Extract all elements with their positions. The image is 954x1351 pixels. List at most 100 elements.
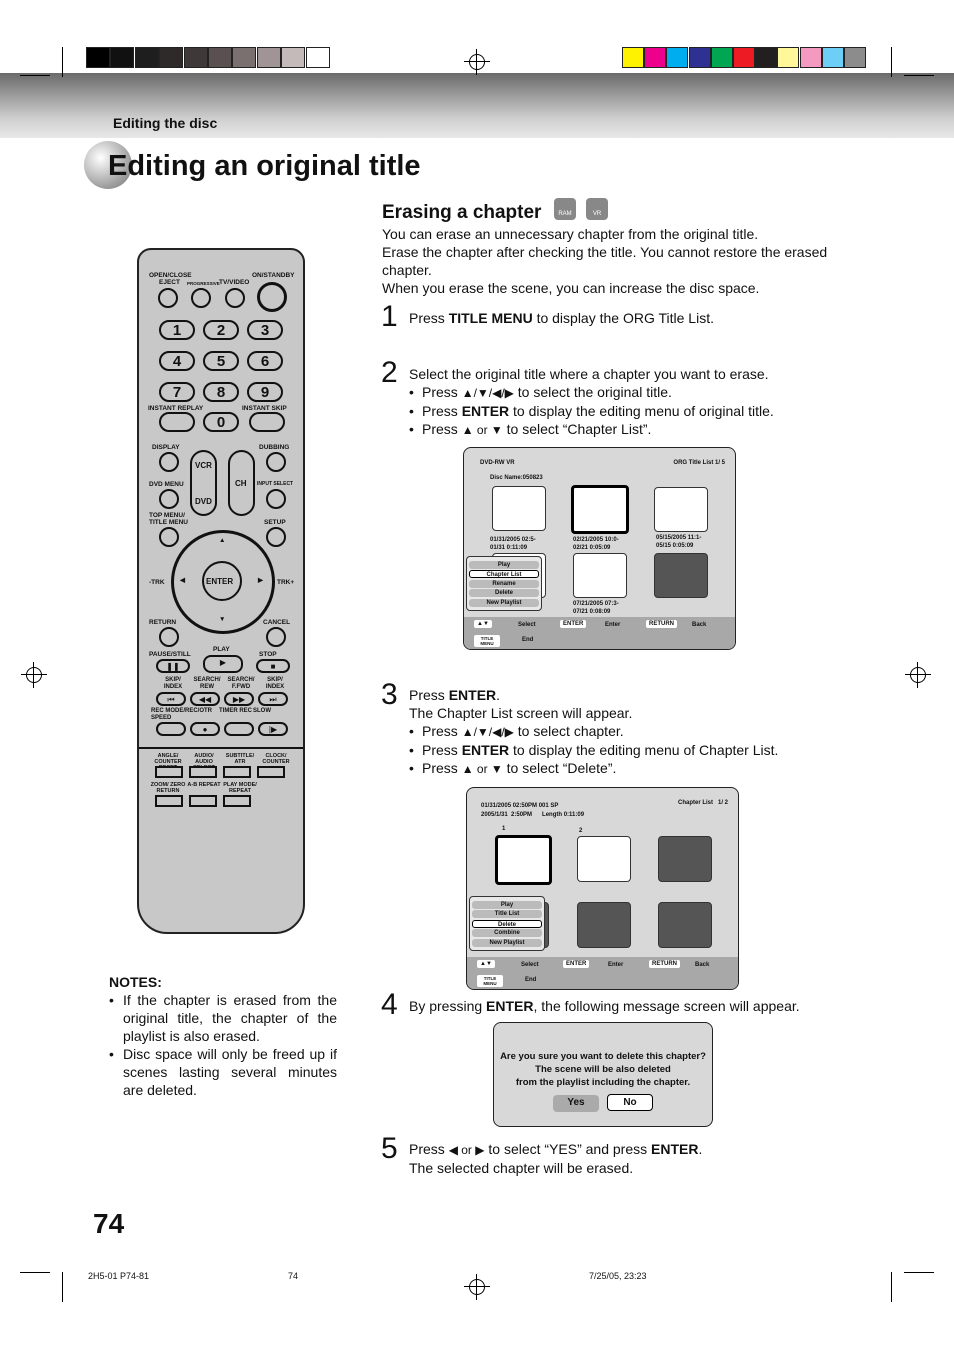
step-number: 3 [381,678,398,711]
title-thumbnail-selected[interactable] [571,485,629,534]
remote-label: TOP MENU/ [149,512,185,519]
title-thumbnail[interactable] [573,553,627,598]
remote-label: SUBTITLE/ ATR [225,753,255,765]
chapter-number: 1 [502,826,506,832]
gray-swatch [183,47,208,68]
remote-button [191,288,211,308]
step-number: 2 [381,356,398,389]
color-swatch [622,47,644,68]
remote-label: DVD [195,497,212,506]
remote-label: A-B REPEAT [187,782,221,788]
remote-label: EJECT [159,279,180,286]
screen-footer: ▲▼ Select ENTER Enter RETURN Back TITLE … [467,957,738,989]
arrow-keys-icon: ▲ or ▼ [461,762,503,776]
remote-label: PAUSE/STILL [149,651,191,658]
arrow-keys-icon: ▲/▼/◀/▶ [461,386,514,400]
org-title-list-screen: DVD-RW VR ORG Title List 1/ 5 Disc Name:… [463,447,736,650]
transport-button: ▶▶ [224,692,254,706]
color-swatch [710,47,733,68]
screen-footer: ▲▼ Select ENTER Enter RETURN Back TITLE … [464,617,735,649]
dialog-text: Are you sure you want to delete this cha… [500,1051,706,1062]
remote-button [224,722,254,736]
yes-button[interactable]: Yes [553,1095,599,1112]
page-title: Editing an original title [108,150,421,182]
remote-label: PLAY [213,646,230,653]
remote-label: SKIP/ INDEX [265,677,285,690]
digit-button: 3 [247,320,283,340]
note-item: Disc space will only be freed up if scen… [109,1045,337,1099]
menu-item[interactable]: Chapter List [469,570,539,578]
ram-disc-icon: RAM [554,198,576,220]
menu-item[interactable]: Delete [469,589,539,597]
title-thumbnail[interactable] [492,486,546,531]
thumb-caption: 07/21/2005 07:3- 07/21 0:08:09 [573,601,619,615]
step-2: Select the original title where a chapte… [409,365,829,439]
registration-mark-icon [464,1274,490,1300]
remote-button [159,412,195,432]
empty-thumbnail [577,902,631,948]
gray-swatch [208,47,232,68]
title-thumbnail[interactable] [654,487,708,532]
registration-mark-icon [905,662,931,688]
gray-swatch [159,47,184,68]
remote-button [155,795,183,807]
remote-label: DUBBING [259,444,290,451]
arrow-keys-icon: ◀ or ▶ [448,1143,485,1157]
digit-button: 2 [203,320,239,340]
right-arrow-icon: ▶ [258,577,263,584]
crop-mark [20,75,50,76]
edit-menu: Play Chapter List Rename Delete New Playlist [466,556,542,611]
remote-button [223,766,251,778]
remote-button [189,795,217,807]
remote-label: TITLE MENU [149,519,188,526]
digit-button: 0 [203,412,239,432]
step-1: Press TITLE MENU to display the ORG Titl… [409,310,714,326]
crop-mark [904,1272,934,1273]
color-swatch [799,47,822,68]
menu-item[interactable]: Delete [472,919,542,928]
intro-line: When you erase the scene, you can increa… [382,280,760,296]
menu-item[interactable]: Play [472,900,542,909]
transport-button: ⏭ [258,692,288,706]
step-5: Press ◀ or ▶ to select “YES” and press E… [409,1141,703,1176]
chapter-number: 2 [579,828,583,834]
menu-item[interactable]: Play [469,560,539,569]
remote-button [223,795,251,807]
remote-label: ZOOM/ ZERO RETURN [150,782,186,794]
empty-thumbnail [654,553,708,598]
divider [139,747,303,749]
chapter-thumbnail-selected[interactable] [495,835,552,885]
remote-label: SEARCH/ REW [193,677,221,690]
color-swatch [755,47,778,68]
digit-button: 1 [159,320,195,340]
page-number: 74 [93,1208,125,1239]
list-title: Chapter List 1/ 2 [677,800,728,806]
list-title: ORG Title List 1/ 5 [673,460,725,466]
chapter-thumbnail[interactable] [577,836,631,882]
chapter-list-screen: 01/31/2005 02:50PM 001 SP 2005/1/31 2:50P… [466,787,739,990]
arrow-keys-icon: ▲/▼/◀/▶ [461,725,514,739]
remote-label: DVD MENU [149,481,184,488]
remote-label: CH [235,479,247,488]
dialog-text: from the playlist including the chapter. [515,1077,691,1088]
menu-item[interactable]: New Playlist [469,598,539,607]
menu-item[interactable]: Combine [472,929,542,937]
color-swatch [666,47,689,68]
thumb-caption: 02/21/2005 10:0- 02/21 0:05:09 [573,537,619,551]
remote-button [266,627,286,647]
print-code: 2H5-01 P74-81 [88,1271,150,1281]
remote-label: PROGRESSIVE [187,281,220,286]
no-button[interactable]: No [607,1094,653,1111]
remote-label: INPUT SELECT [257,481,294,487]
digit-button: 8 [203,382,239,402]
color-swatch [821,47,844,68]
remote-label: RETURN [149,619,177,626]
dialog-text: The scene will be also deleted [535,1064,671,1075]
pause-button: ❚❚ [156,659,190,673]
crop-mark [891,1272,892,1302]
menu-item[interactable]: Title List [472,910,542,918]
step-3: Press ENTER. The Chapter List screen wil… [409,686,829,778]
menu-item[interactable]: New Playlist [472,938,542,947]
gray-swatch [110,47,135,68]
menu-item[interactable]: Rename [469,579,539,588]
